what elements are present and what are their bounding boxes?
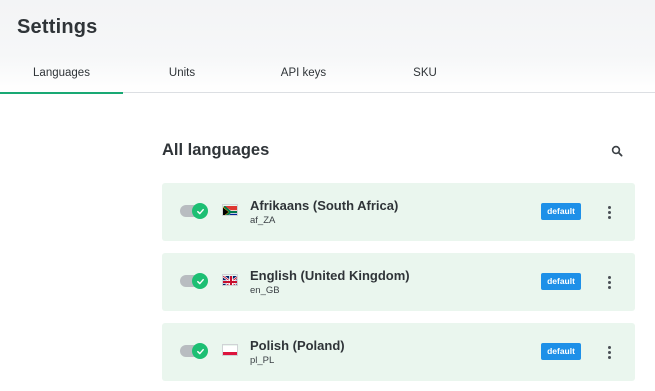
- tab-api-keys[interactable]: API keys: [241, 58, 366, 93]
- kebab-dot: [607, 285, 611, 289]
- search-icon: [611, 145, 623, 157]
- kebab-dot: [607, 210, 611, 214]
- tab-bar: Languages Units API keys SKU: [0, 58, 655, 94]
- more-options-button[interactable]: [602, 272, 616, 292]
- language-row-en-gb: English (United Kingdom) en_GB default: [162, 253, 635, 311]
- checkmark-icon: [196, 278, 204, 284]
- settings-header: Settings Languages Units API keys SKU: [0, 0, 655, 94]
- language-name: Polish (Poland): [250, 338, 345, 353]
- language-code: en_GB: [250, 285, 280, 296]
- language-enabled-toggle[interactable]: [180, 343, 208, 359]
- language-code: pl_PL: [250, 355, 275, 366]
- tab-units[interactable]: Units: [123, 58, 241, 93]
- search-button[interactable]: [606, 140, 628, 162]
- language-enabled-toggle[interactable]: [180, 273, 208, 289]
- checkmark-icon: [196, 208, 204, 214]
- language-name: English (United Kingdom): [250, 268, 410, 283]
- default-badge: default: [541, 203, 581, 220]
- kebab-dot: [607, 215, 611, 219]
- language-name: Afrikaans (South Africa): [250, 198, 399, 213]
- kebab-dot: [607, 205, 611, 209]
- kebab-dot: [607, 275, 611, 279]
- language-enabled-toggle[interactable]: [180, 203, 208, 219]
- default-badge: default: [541, 343, 581, 360]
- tab-sku[interactable]: SKU: [366, 58, 484, 93]
- kebab-dot: [607, 280, 611, 284]
- checkmark-icon: [196, 348, 204, 354]
- language-row-pl-pl: Polish (Poland) pl_PL default: [162, 323, 635, 381]
- language-code: af_ZA: [250, 215, 276, 226]
- south-africa-flag-icon: [222, 204, 238, 216]
- tab-languages[interactable]: Languages: [0, 58, 123, 94]
- section-title: All languages: [162, 141, 270, 159]
- poland-flag-icon: [222, 344, 238, 356]
- kebab-dot: [607, 355, 611, 359]
- language-row-af-za: Afrikaans (South Africa) af_ZA default: [162, 183, 635, 241]
- more-options-button[interactable]: [602, 342, 616, 362]
- page-title: Settings: [17, 16, 98, 38]
- kebab-dot: [607, 350, 611, 354]
- kebab-dot: [607, 345, 611, 349]
- more-options-button[interactable]: [602, 202, 616, 222]
- default-badge: default: [541, 273, 581, 290]
- united-kingdom-flag-icon: [222, 274, 238, 286]
